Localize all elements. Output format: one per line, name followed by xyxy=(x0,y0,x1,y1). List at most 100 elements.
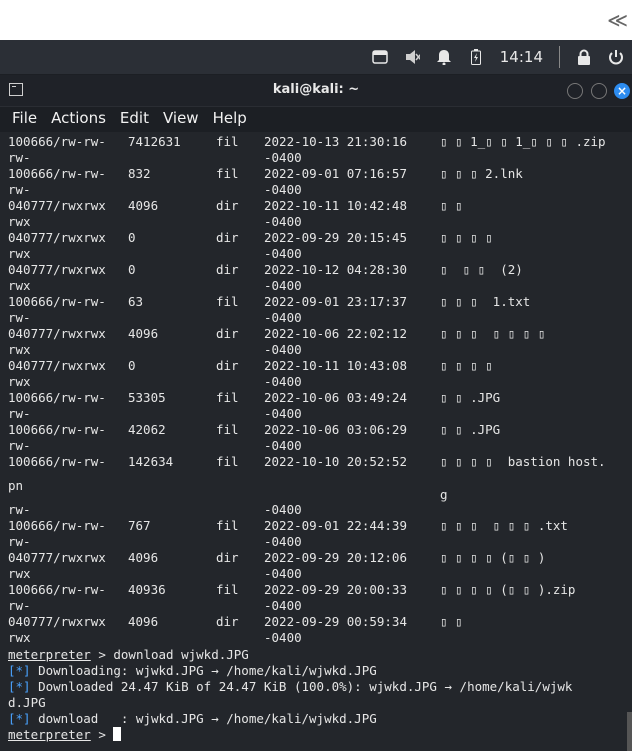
file-type: fil xyxy=(216,454,239,469)
info-tag: [*] xyxy=(8,711,31,726)
console-output: meterpreter > download wjwkd.JPG [*] Dow… xyxy=(8,647,572,743)
file-size: 0 xyxy=(128,230,136,245)
file-mode: 040777/rwxrwx xyxy=(8,614,106,629)
collapse-icon[interactable]: ≪ xyxy=(607,8,628,32)
file-tz: -0400 xyxy=(264,598,302,613)
file-mode-wrap: rwx xyxy=(8,374,31,389)
terminal-output[interactable]: 100666/rw-rw-rw- 7412631 fil 2022-10-13 21:… xyxy=(0,132,632,751)
close-button[interactable]: × xyxy=(614,83,630,99)
file-tz: -0400 xyxy=(264,278,302,293)
file-mode: 040777/rwxrwx xyxy=(8,262,106,277)
clock[interactable]: 14:14 xyxy=(500,48,543,66)
file-tz: -0400 xyxy=(264,246,302,261)
scrollbar[interactable] xyxy=(627,712,632,751)
file-mode: 100666/rw-rw- xyxy=(8,422,106,437)
file-size: 7412631 xyxy=(128,134,181,149)
file-mode-wrap: rwx xyxy=(8,214,31,229)
file-name: ▯ ▯ ▯ ▯ (▯ ▯ ).zip xyxy=(440,582,576,597)
file-mode-wrap: rw- xyxy=(8,182,31,197)
file-type: dir xyxy=(216,550,239,565)
file-type: fil xyxy=(216,422,239,437)
file-mode-wrap: rwx xyxy=(8,246,31,261)
file-size: 53305 xyxy=(128,390,166,405)
maximize-button[interactable] xyxy=(591,83,607,99)
file-type: fil xyxy=(216,134,239,149)
file-type: dir xyxy=(216,326,239,341)
file-name: ▯ ▯ ▯ ▯ (▯ ▯ ) xyxy=(440,550,546,565)
file-size: 0 xyxy=(128,358,136,373)
file-mode-wrap: rw- xyxy=(8,598,31,613)
menu-actions[interactable]: Actions xyxy=(51,107,106,132)
file-mode-wrap: rw- xyxy=(8,310,31,325)
menu-help[interactable]: Help xyxy=(213,107,247,132)
file-size: 40936 xyxy=(128,582,166,597)
file-mode: 040777/rwxrwx xyxy=(8,550,106,565)
file-mode-wrap: rwx xyxy=(8,342,31,357)
text-cursor[interactable] xyxy=(113,727,122,741)
file-type: fil xyxy=(216,294,239,309)
file-tz: -0400 xyxy=(264,566,302,581)
file-size: 4096 xyxy=(128,550,159,565)
file-mode: 100666/rw-rw- xyxy=(8,294,106,309)
minimize-button[interactable] xyxy=(567,83,583,99)
file-mode: 040777/rwxrwx xyxy=(8,230,106,245)
command-text: > download wjwkd.JPG xyxy=(90,647,249,662)
file-date: 2022-09-01 07:16:57 xyxy=(264,166,407,181)
file-size: 4096 xyxy=(128,326,159,341)
file-size: 767 xyxy=(128,518,151,533)
file-name: ▯ ▯ .JPG xyxy=(440,422,501,437)
info-tag: [*] xyxy=(8,679,31,694)
file-mode: 100666/rw-rw- xyxy=(8,454,106,469)
file-type: dir xyxy=(216,614,239,629)
mute-icon[interactable] xyxy=(404,49,420,65)
file-tz: -0400 xyxy=(264,342,302,357)
terminal-titlebar[interactable]: kali@kali: ~ × xyxy=(0,75,632,107)
file-size: 42062 xyxy=(128,422,166,437)
file-date: 2022-10-12 04:28:30 xyxy=(264,262,407,277)
file-mode: 040777/rwxrwx xyxy=(8,198,106,213)
file-date: 2022-10-13 21:30:16 xyxy=(264,134,407,149)
output-line: d.JPG xyxy=(8,695,46,710)
file-mode-wrap: rw- xyxy=(8,150,31,165)
wrapped-text: g xyxy=(440,487,448,502)
file-date: 2022-10-06 03:49:24 xyxy=(264,390,407,405)
file-mode: 100666/rw-rw- xyxy=(8,166,106,181)
file-mode-wrap: rw- xyxy=(8,502,31,517)
file-mode: 100666/rw-rw- xyxy=(8,518,106,533)
file-mode: 100666/rw-rw- xyxy=(8,582,106,597)
power-icon[interactable] xyxy=(608,49,624,65)
file-tz: -0400 xyxy=(264,630,302,645)
file-name: ▯ ▯ xyxy=(440,198,463,213)
file-tz: -0400 xyxy=(264,502,302,517)
lock-icon[interactable] xyxy=(576,49,592,65)
file-date: 2022-09-01 22:44:39 xyxy=(264,518,407,533)
file-type: fil xyxy=(216,390,239,405)
menu-view[interactable]: View xyxy=(163,107,199,132)
system-panel: 14:14 xyxy=(0,40,632,74)
file-mode-wrap: rw- xyxy=(8,406,31,421)
battery-icon[interactable] xyxy=(468,49,484,65)
file-date: 2022-10-10 20:52:52 xyxy=(264,454,407,469)
file-mode: 100666/rw-rw- xyxy=(8,390,106,405)
menu-edit[interactable]: Edit xyxy=(120,107,149,132)
file-name: ▯ ▯ xyxy=(440,614,463,629)
file-size: 142634 xyxy=(128,454,174,469)
file-name: ▯ ▯ ▯ ▯ xyxy=(440,358,493,373)
file-tz: -0400 xyxy=(264,374,302,389)
file-date: 2022-09-29 20:15:45 xyxy=(264,230,407,245)
file-size: 832 xyxy=(128,166,151,181)
file-name: ▯ ▯ ▯ ▯ ▯ ▯ .txt xyxy=(440,518,568,533)
file-tz: -0400 xyxy=(264,406,302,421)
file-size: 4096 xyxy=(128,198,159,213)
file-date: 2022-09-29 20:00:33 xyxy=(264,582,407,597)
file-date: 2022-09-29 20:12:06 xyxy=(264,550,407,565)
window-icon[interactable] xyxy=(372,49,388,65)
bell-icon[interactable] xyxy=(436,49,452,65)
file-date: 2022-10-11 10:43:08 xyxy=(264,358,407,373)
window-title: kali@kali: ~ xyxy=(272,82,360,97)
file-tz: -0400 xyxy=(264,182,302,197)
info-tag: [*] xyxy=(8,663,31,678)
menu-file[interactable]: File xyxy=(12,107,37,132)
file-name: ▯ ▯ ▯ ▯ xyxy=(440,230,493,245)
file-size: 4096 xyxy=(128,614,159,629)
